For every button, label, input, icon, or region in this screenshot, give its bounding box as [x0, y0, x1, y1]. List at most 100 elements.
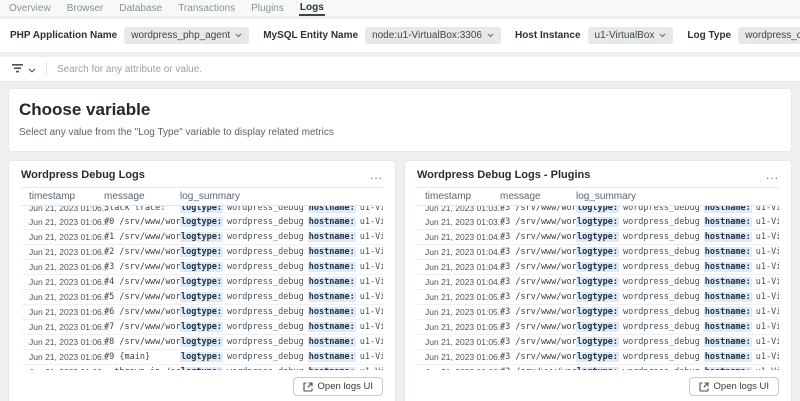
hostname-value: u1-VirtualB…	[755, 307, 779, 317]
table-row[interactable]: Jun 21, 2023 01:05... #3 /srv/www/wor… l…	[417, 290, 779, 305]
table-row[interactable]: Jun 21, 2023 01:04... #3 /srv/www/wor… l…	[417, 260, 779, 275]
log-summary-cell: logtype:wordpress_debughostname:u1-Virtu…	[180, 262, 383, 272]
filter-label: Log Type	[687, 30, 732, 41]
tab-plugins[interactable]: Plugins	[250, 0, 285, 16]
logtype-key-badge: logtype:	[576, 292, 619, 302]
filter-label: MySQL Entity Name	[263, 30, 359, 41]
timestamp-cell: Jun 21, 2023 01:03...	[425, 206, 505, 213]
panel-title: Wordpress Debug Logs	[21, 169, 145, 181]
tab-transactions[interactable]: Transactions	[177, 0, 236, 16]
mysql-entity-name-dropdown[interactable]: node:u1-VirtualBox:3306	[365, 27, 501, 44]
table-row[interactable]: Jun 21, 2023 01:06... #1 /srv/www/wor… l…	[21, 230, 383, 245]
logtype-key-badge: logtype:	[576, 322, 619, 332]
table-row[interactable]: Jun 21, 2023 01:06... #0 /srv/www/wor… l…	[21, 215, 383, 230]
column-header-timestamp[interactable]: timestamp	[21, 191, 104, 202]
logtype-key-badge: logtype:	[576, 337, 619, 347]
logtype-key-badge: logtype:	[180, 206, 223, 213]
column-header-message[interactable]: message	[500, 191, 576, 202]
hostname-key-badge: hostname:	[703, 322, 752, 332]
table-row[interactable]: Jun 21, 2023 01:06... #8 /srv/www/wor… l…	[21, 335, 383, 350]
hostname-key-badge: hostname:	[703, 206, 752, 213]
log-summary-cell: logtype:wordpress_debughostname:u1-Virtu…	[576, 337, 779, 347]
timestamp-cell: Jun 21, 2023 01:06...	[29, 206, 109, 213]
hostname-key-badge: hostname:	[307, 247, 356, 257]
hostname-value: u1-VirtualB…	[359, 322, 383, 332]
message-cell: #3 /srv/www/wor…	[104, 262, 186, 272]
open-logs-ui-button[interactable]: Open logs UI	[292, 377, 383, 396]
log-summary-cell: logtype:wordpress_debughostname:u1-Virtu…	[576, 352, 779, 362]
logtype-key-badge: logtype:	[180, 277, 223, 287]
message-cell: #5 /srv/www/wor…	[104, 292, 186, 302]
tab-overview[interactable]: Overview	[8, 0, 52, 16]
table-row[interactable]: Jun 21, 2023 01:06... #9 {main} logtype:…	[21, 350, 383, 365]
timestamp-cell: Jun 21, 2023 01:06...	[29, 322, 109, 332]
logtype-value: wordpress_debug	[226, 307, 304, 317]
table-row[interactable]: Jun 21, 2023 01:05... #3 /srv/www/wor… l…	[417, 335, 779, 350]
tab-browser[interactable]: Browser	[66, 0, 105, 16]
table-row[interactable]: Jun 21, 2023 01:04... #3 /srv/www/wor… l…	[417, 230, 779, 245]
log-summary-cell: logtype:wordpress_debughostname:u1-Virtu…	[576, 292, 779, 302]
php-application-name-dropdown[interactable]: wordpress_php_agent	[124, 27, 250, 44]
timestamp-cell: Jun 21, 2023 01:06...	[29, 232, 109, 242]
filter-menu-toggle[interactable]	[12, 60, 36, 78]
log-summary-cell: logtype:wordpress_debughostname:u1-Virtu…	[180, 206, 383, 213]
table-row[interactable]: Jun 21, 2023 01:06... Stack trace: logty…	[21, 206, 383, 215]
clipped-table-row-wrapper: Jun 21, 2023 01:06... Stack trace: logty…	[21, 206, 383, 215]
table-row[interactable]: Jun 21, 2023 01:05... #3 /srv/www/wor… l…	[417, 305, 779, 320]
panel-wordpress-debug-logs-plugins: Wordpress Debug Logs - Plugins ... times…	[404, 160, 792, 401]
column-header-log-summary[interactable]: log_summary	[180, 191, 383, 202]
table-row[interactable]: Jun 21, 2023 01:04... #3 /srv/www/wor… l…	[417, 245, 779, 260]
search-input[interactable]	[57, 63, 788, 75]
table-row[interactable]: Jun 21, 2023 01:05... #3 /srv/www/wor… l…	[417, 320, 779, 335]
message-cell: #3 /srv/www/wor…	[500, 307, 582, 317]
logtype-key-badge: logtype:	[180, 307, 223, 317]
table-row[interactable]: Jun 21, 2023 01:06... #4 /srv/www/wor… l…	[21, 275, 383, 290]
hostname-value: u1-VirtualB…	[359, 277, 383, 287]
table-row[interactable]: Jun 21, 2023 01:06... #2 /srv/www/wor… l…	[21, 245, 383, 260]
hostname-value: u1-VirtualB…	[359, 352, 383, 362]
chevron-down-icon	[659, 33, 666, 38]
hostname-key-badge: hostname:	[307, 352, 356, 362]
tab-bar: Overview Browser Database Transactions P…	[0, 0, 800, 17]
column-header-timestamp[interactable]: timestamp	[417, 191, 500, 202]
hostname-value: u1-VirtualB…	[755, 262, 779, 272]
message-cell: #3 /srv/www/wor…	[500, 247, 582, 257]
logtype-value: wordpress_debug	[622, 352, 700, 362]
hostname-key-badge: hostname:	[703, 247, 752, 257]
hostname-value: u1-VirtualB…	[359, 262, 383, 272]
log-type-dropdown[interactable]: wordpress_debug	[738, 27, 800, 44]
timestamp-cell: Jun 21, 2023 01:06...	[29, 217, 109, 227]
table-row[interactable]: Jun 21, 2023 01:03... #3 /srv/www/wor… l…	[417, 206, 779, 215]
logtype-value: wordpress_debug	[226, 277, 304, 287]
log-summary-cell: logtype:wordpress_debughostname:u1-Virtu…	[576, 262, 779, 272]
logtype-value: wordpress_debug	[622, 262, 700, 272]
log-table: timestamp message log_summary Jun 21, 20…	[21, 187, 383, 370]
hostname-value: u1-VirtualB…	[359, 247, 383, 257]
column-header-log-summary[interactable]: log_summary	[576, 191, 779, 202]
logtype-key-badge: logtype:	[180, 262, 223, 272]
host-instance-dropdown[interactable]: u1-VirtualBox	[587, 27, 674, 44]
table-row[interactable]: Jun 21, 2023 01:04... #3 /srv/www/wor… l…	[417, 275, 779, 290]
log-summary-cell: logtype:wordpress_debughostname:u1-Virtu…	[180, 247, 383, 257]
hostname-key-badge: hostname:	[307, 337, 356, 347]
panel-menu-button[interactable]: ...	[766, 169, 779, 181]
tab-logs[interactable]: Logs	[298, 0, 325, 16]
table-body: Jun 21, 2023 01:06... Stack trace: logty…	[21, 206, 383, 370]
tab-database[interactable]: Database	[118, 0, 163, 16]
message-cell: #3 /srv/www/wor…	[500, 217, 582, 227]
panel-menu-button[interactable]: ...	[370, 169, 383, 181]
table-row[interactable]: Jun 21, 2023 01:06... #5 /srv/www/wor… l…	[21, 290, 383, 305]
log-summary-cell: logtype:wordpress_debughostname:u1-Virtu…	[180, 322, 383, 332]
table-row[interactable]: Jun 21, 2023 01:06... #6 /srv/www/wor… l…	[21, 305, 383, 320]
message-cell: #8 /srv/www/wor…	[104, 337, 186, 347]
column-header-message[interactable]: message	[104, 191, 180, 202]
logtype-value: wordpress_debug	[622, 206, 700, 213]
open-logs-ui-label: Open logs UI	[713, 381, 769, 392]
table-row[interactable]: Jun 21, 2023 01:06... #3 /srv/www/wor… l…	[21, 260, 383, 275]
open-logs-ui-button[interactable]: Open logs UI	[688, 377, 779, 396]
table-row[interactable]: Jun 21, 2023 01:03... #3 /srv/www/wor… l…	[417, 215, 779, 230]
message-cell: #9 {main}	[104, 352, 151, 362]
timestamp-cell: Jun 21, 2023 01:06...	[425, 352, 505, 362]
table-row[interactable]: Jun 21, 2023 01:06... #7 /srv/www/wor… l…	[21, 320, 383, 335]
table-row[interactable]: Jun 21, 2023 01:06... #3 /srv/www/wor… l…	[417, 350, 779, 365]
